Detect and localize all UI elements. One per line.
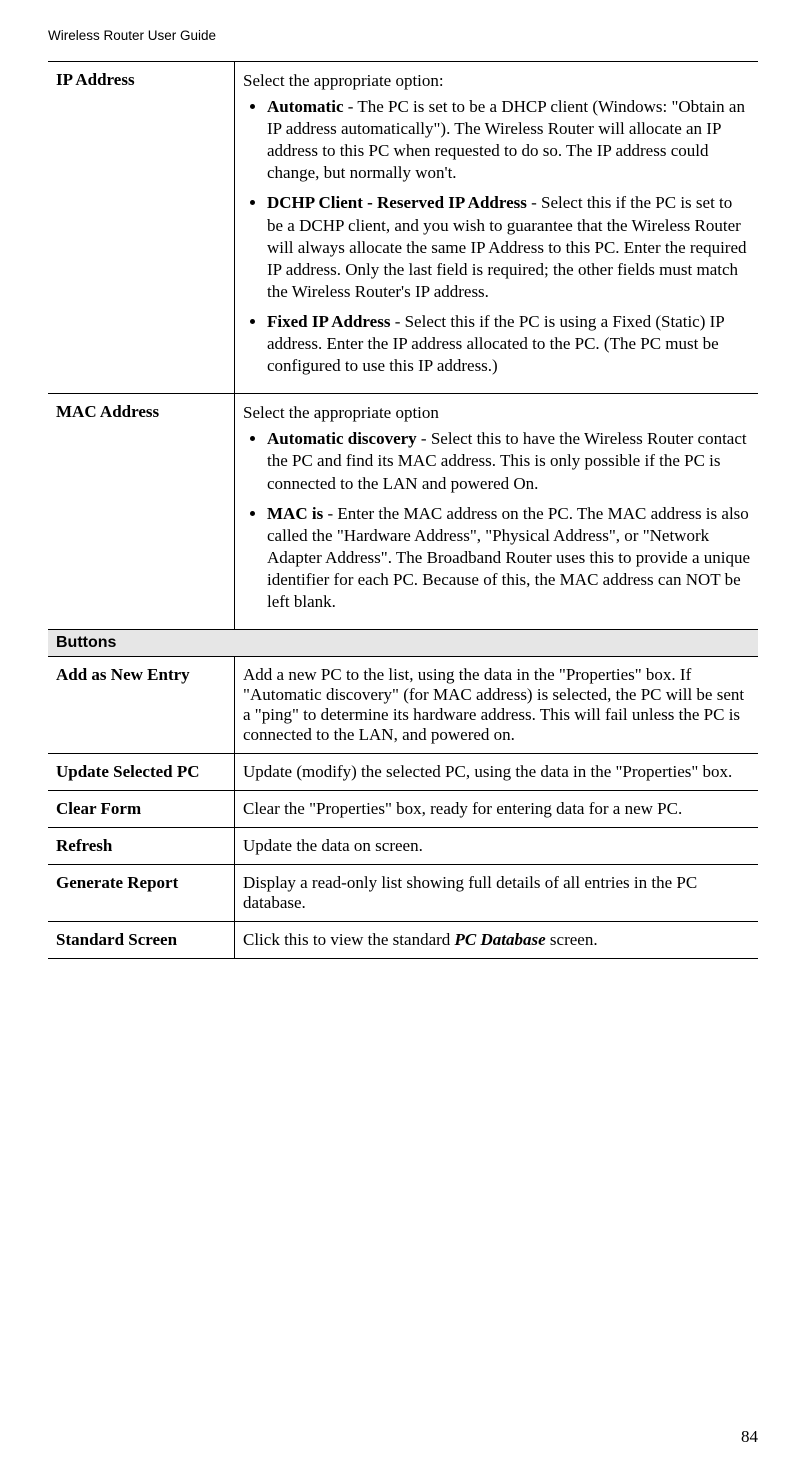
- add-desc: Add a new PC to the list, using the data…: [235, 657, 759, 754]
- config-table: IP Address Select the appropriate option…: [48, 61, 758, 959]
- page-number: 84: [741, 1427, 758, 1447]
- standard-label: Standard Screen: [48, 922, 235, 959]
- row-section-buttons: Buttons: [48, 630, 758, 657]
- ip-b3-strong: Fixed IP Address: [267, 312, 390, 331]
- ip-b2-strong: DCHP Client - Reserved IP Address: [267, 193, 527, 212]
- row-standard: Standard Screen Click this to view the s…: [48, 922, 758, 959]
- row-ip-address: IP Address Select the appropriate option…: [48, 62, 758, 394]
- mac-b1: Automatic discovery - Select this to hav…: [267, 428, 750, 494]
- standard-em: PC Database: [455, 930, 546, 949]
- row-refresh: Refresh Update the data on screen.: [48, 828, 758, 865]
- standard-post: screen.: [546, 930, 598, 949]
- ip-b2: DCHP Client - Reserved IP Address - Sele…: [267, 192, 750, 302]
- refresh-desc: Update the data on screen.: [235, 828, 759, 865]
- add-label: Add as New Entry: [48, 657, 235, 754]
- report-label: Generate Report: [48, 865, 235, 922]
- mac-lead: Select the appropriate option: [243, 402, 750, 424]
- clear-label: Clear Form: [48, 791, 235, 828]
- row-report: Generate Report Display a read-only list…: [48, 865, 758, 922]
- mac-desc: Select the appropriate option Automatic …: [235, 394, 759, 630]
- ip-b1-strong: Automatic: [267, 97, 343, 116]
- ip-desc: Select the appropriate option: Automatic…: [235, 62, 759, 394]
- doc-header: Wireless Router User Guide: [48, 28, 758, 43]
- row-clear: Clear Form Clear the "Properties" box, r…: [48, 791, 758, 828]
- row-mac-address: MAC Address Select the appropriate optio…: [48, 394, 758, 630]
- mac-label: MAC Address: [48, 394, 235, 630]
- mac-b2-strong: MAC is: [267, 504, 323, 523]
- clear-desc: Clear the "Properties" box, ready for en…: [235, 791, 759, 828]
- section-buttons-label: Buttons: [48, 630, 758, 657]
- update-desc: Update (modify) the selected PC, using t…: [235, 754, 759, 791]
- ip-b1: Automatic - The PC is set to be a DHCP c…: [267, 96, 750, 184]
- report-desc: Display a read-only list showing full de…: [235, 865, 759, 922]
- mac-b1-strong: Automatic discovery: [267, 429, 417, 448]
- ip-label: IP Address: [48, 62, 235, 394]
- ip-b3: Fixed IP Address - Select this if the PC…: [267, 311, 750, 377]
- mac-b2-rest: - Enter the MAC address on the PC. The M…: [267, 504, 750, 611]
- ip-bullets: Automatic - The PC is set to be a DHCP c…: [243, 96, 750, 377]
- row-update: Update Selected PC Update (modify) the s…: [48, 754, 758, 791]
- ip-lead: Select the appropriate option:: [243, 70, 750, 92]
- update-label: Update Selected PC: [48, 754, 235, 791]
- standard-pre: Click this to view the standard: [243, 930, 455, 949]
- mac-b2: MAC is - Enter the MAC address on the PC…: [267, 503, 750, 613]
- refresh-label: Refresh: [48, 828, 235, 865]
- standard-desc: Click this to view the standard PC Datab…: [235, 922, 759, 959]
- mac-bullets: Automatic discovery - Select this to hav…: [243, 428, 750, 613]
- row-add: Add as New Entry Add a new PC to the lis…: [48, 657, 758, 754]
